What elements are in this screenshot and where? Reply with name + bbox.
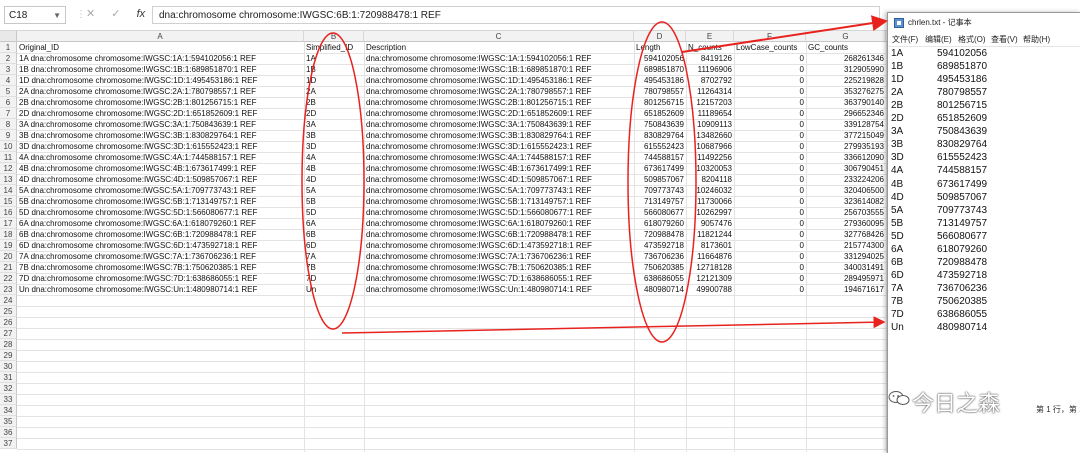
annotation-ellipse-simplified-id <box>301 32 365 330</box>
annotation-layer <box>301 15 888 343</box>
annotation-arrow-top <box>681 15 888 53</box>
annotation-ellipse-length <box>627 21 697 343</box>
annotation-arrow-bottom <box>341 316 886 334</box>
